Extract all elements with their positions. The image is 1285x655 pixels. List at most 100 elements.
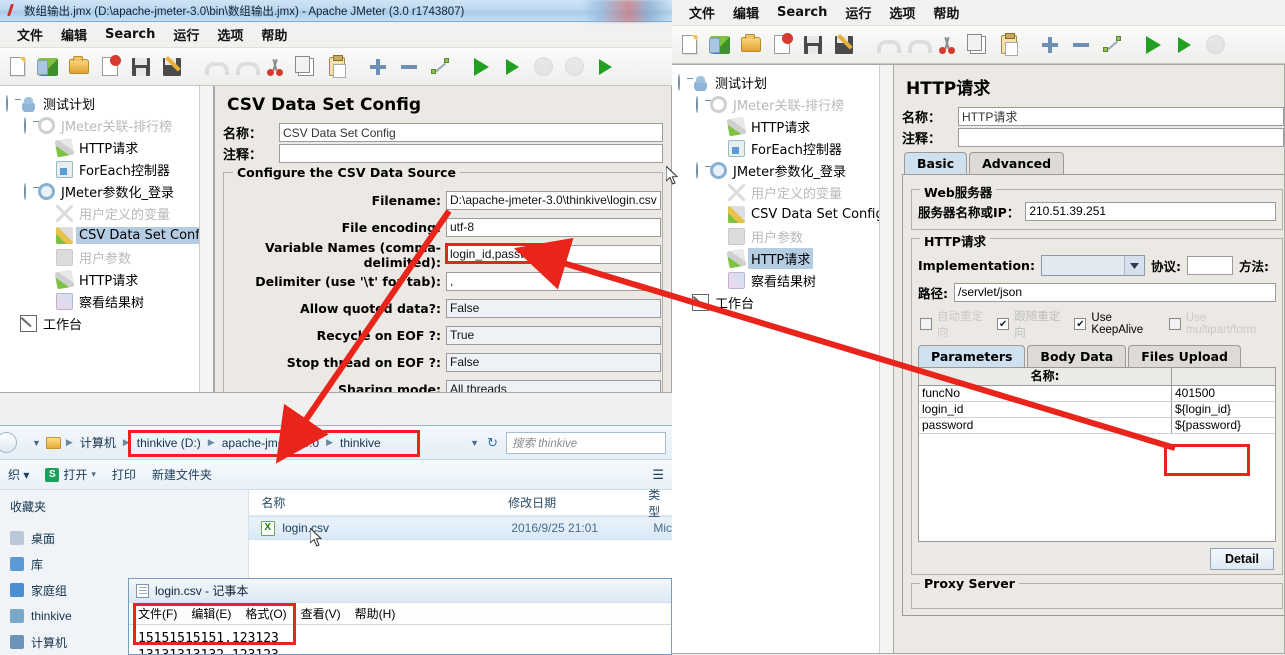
tree-node-right-4[interactable]: JMeter参数化_登录: [678, 159, 893, 181]
csv-field-value-7[interactable]: All threads: [446, 380, 661, 392]
csv-field-value-5[interactable]: True: [446, 326, 661, 345]
new-icon-right[interactable]: [674, 30, 704, 60]
table-row[interactable]: password ${password}: [919, 418, 1275, 434]
tree-node-left-5[interactable]: 用户定义的变量: [6, 202, 213, 224]
refresh-icon[interactable]: ↻: [487, 435, 498, 451]
tree-node-left-4[interactable]: JMeter参数化_登录: [6, 180, 213, 202]
implementation-select[interactable]: [1040, 255, 1145, 276]
menu-run[interactable]: 运行: [164, 22, 208, 47]
tab-body-data[interactable]: Body Data: [1027, 345, 1127, 367]
start-icon[interactable]: [466, 52, 496, 82]
tree-node-right-6[interactable]: CSV Data Set Config: [678, 203, 893, 225]
tree-node-left-8[interactable]: HTTP请求: [6, 268, 213, 290]
auto-redirect-checkbox[interactable]: [920, 318, 932, 330]
tree-node-left-10[interactable]: 工作台: [6, 312, 213, 334]
collapse-all-icon[interactable]: [394, 52, 424, 82]
tree-node-left-3[interactable]: ForEach控制器: [6, 158, 213, 180]
notepad-text-area[interactable]: 15151515151,123123 13131313132,123123: [129, 625, 671, 654]
breadcrumb-thinkive[interactable]: thinkive: [337, 435, 384, 451]
col-modified[interactable]: 修改日期: [508, 494, 648, 511]
tree-node-right-2[interactable]: HTTP请求: [678, 115, 893, 137]
toggle-icon-right[interactable]: [1097, 30, 1127, 60]
comment-input[interactable]: [279, 144, 663, 163]
toggle-icon[interactable]: [425, 52, 455, 82]
tab-basic[interactable]: Basic: [904, 152, 968, 174]
tree-node-left-9[interactable]: 察看结果树: [6, 290, 213, 312]
start-no-pause-icon[interactable]: [497, 52, 527, 82]
address-dropdown-icon[interactable]: ▼: [470, 438, 479, 448]
parameters-table[interactable]: 名称: funcNo 401500 login_id ${login_id} passw…: [918, 367, 1276, 542]
notepad-menu-format[interactable]: 格式(O): [245, 605, 286, 622]
menu-edit-right[interactable]: 编辑: [724, 0, 768, 25]
tree-node-right-1[interactable]: JMeter关联-排行榜: [678, 93, 893, 115]
param-value-cell-1[interactable]: ${login_id}: [1172, 402, 1275, 417]
csv-field-value-2[interactable]: login_id,password: [446, 245, 661, 264]
new-folder-button[interactable]: 新建文件夹: [152, 466, 212, 483]
breadcrumb-jmeter[interactable]: apache-jmeter-3.0: [219, 435, 322, 451]
protocol-input[interactable]: [1186, 256, 1233, 275]
tree-node-right-9[interactable]: 察看结果树: [678, 269, 893, 291]
templates-icon-right[interactable]: [705, 30, 735, 60]
save-as-icon[interactable]: [157, 52, 187, 82]
tree-node-right-5[interactable]: 用户定义的变量: [678, 181, 893, 203]
save-as-icon-right[interactable]: [829, 30, 859, 60]
menu-search[interactable]: Search: [96, 24, 164, 45]
expand-all-icon-right[interactable]: [1035, 30, 1065, 60]
param-value-cell-2[interactable]: ${password}: [1172, 418, 1275, 433]
cut-icon-right[interactable]: [932, 30, 962, 60]
param-name-cell-0[interactable]: funcNo: [919, 386, 1172, 401]
close-icon-right[interactable]: [767, 30, 797, 60]
tree-node-right-3[interactable]: ForEach控制器: [678, 137, 893, 159]
csv-field-value-0[interactable]: D:\apache-jmeter-3.0\thinkive\login.csv: [446, 191, 661, 210]
tree-node-left-6[interactable]: CSV Data Set Config: [6, 224, 213, 246]
menu-edit[interactable]: 编辑: [52, 22, 96, 47]
breadcrumb[interactable]: ▶ 计算机 ▶ thinkive (D:) ▶ apache-jmeter-3.…: [66, 433, 384, 452]
search-input[interactable]: 搜索 thinkive: [506, 431, 666, 454]
paste-icon[interactable]: [322, 52, 352, 82]
expand-handle-icon[interactable]: [696, 95, 698, 113]
print-button[interactable]: 打印: [112, 466, 136, 483]
breadcrumb-computer[interactable]: 计算机: [77, 433, 119, 452]
param-name-cell-1[interactable]: login_id: [919, 402, 1172, 417]
sidebar-item-桌面[interactable]: 桌面: [0, 525, 248, 551]
tree-node-left-2[interactable]: HTTP请求: [6, 136, 213, 158]
http-comment-input[interactable]: [958, 128, 1284, 147]
copy-icon-right[interactable]: [963, 30, 993, 60]
organize-button[interactable]: 织 ▾: [8, 466, 29, 483]
new-icon[interactable]: [2, 52, 32, 82]
right-tree-scrollbar[interactable]: [879, 65, 893, 653]
save-icon[interactable]: [126, 52, 156, 82]
path-input[interactable]: /servlet/json: [954, 283, 1276, 302]
detail-button[interactable]: Detail: [1209, 548, 1274, 570]
expand-handle-icon[interactable]: [696, 161, 698, 179]
view-options-icon[interactable]: ☰: [652, 467, 664, 483]
open-icon[interactable]: [64, 52, 94, 82]
param-name-cell-2[interactable]: password: [919, 418, 1172, 433]
follow-redirect-checkbox[interactable]: ✔: [997, 318, 1010, 330]
expand-handle-icon[interactable]: [678, 73, 680, 91]
notepad-menu-help[interactable]: 帮助(H): [355, 605, 396, 622]
expand-all-icon[interactable]: [363, 52, 393, 82]
tab-advanced[interactable]: Advanced: [969, 152, 1065, 174]
col-name[interactable]: 名称: [249, 494, 508, 511]
save-icon-right[interactable]: [798, 30, 828, 60]
breadcrumb-drive[interactable]: thinkive (D:): [134, 435, 204, 451]
back-forward-nav[interactable]: [0, 432, 17, 453]
menu-run-right[interactable]: 运行: [836, 0, 880, 25]
menu-help-right[interactable]: 帮助: [924, 0, 968, 25]
csv-field-value-4[interactable]: False: [446, 299, 661, 318]
close-icon[interactable]: [95, 52, 125, 82]
tree-node-left-0[interactable]: 测试计划: [6, 92, 213, 114]
notepad-menu-file[interactable]: 文件(F): [138, 605, 177, 622]
left-test-plan-tree[interactable]: 测试计划 JMeter关联-排行榜 HTTP请求 ForEach控制器 JMeter参数…: [0, 86, 214, 393]
menu-options-right[interactable]: 选项: [880, 0, 924, 25]
tree-node-right-8[interactable]: HTTP请求: [678, 247, 893, 269]
param-value-cell-0[interactable]: 401500: [1172, 386, 1275, 401]
csv-field-value-6[interactable]: False: [446, 353, 661, 372]
http-name-input[interactable]: HTTP请求: [958, 107, 1284, 126]
col-type[interactable]: 类型: [648, 486, 672, 520]
server-input[interactable]: 210.51.39.251: [1025, 202, 1276, 221]
tree-node-left-7[interactable]: 用户参数: [6, 246, 213, 268]
start-remote-icon[interactable]: [590, 52, 620, 82]
tree-node-right-0[interactable]: 测试计划: [678, 71, 893, 93]
